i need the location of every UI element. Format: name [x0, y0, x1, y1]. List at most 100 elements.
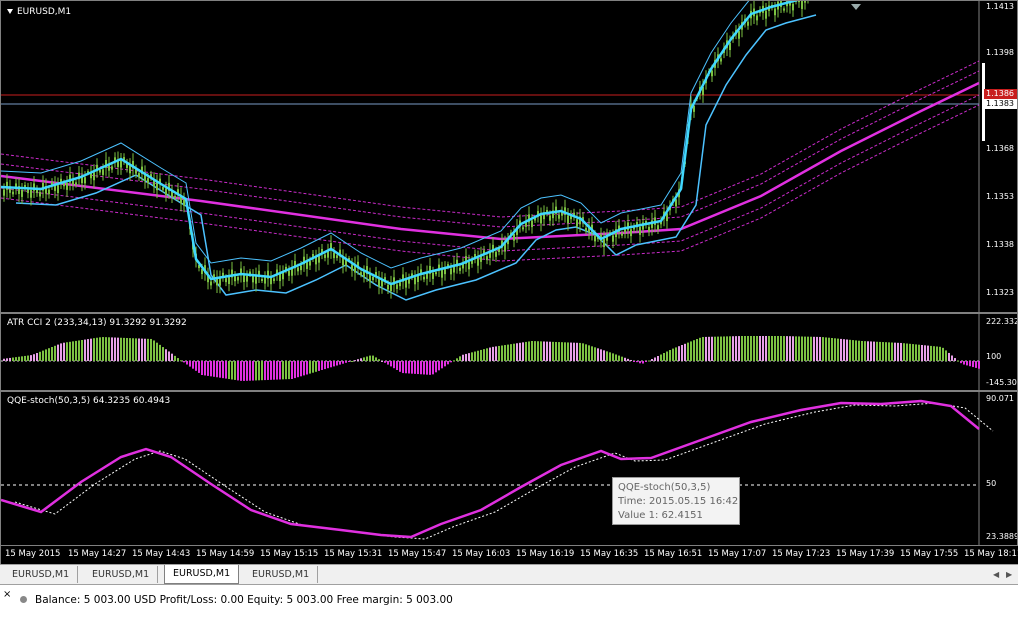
- candle-body: [576, 219, 578, 227]
- candle-body: [174, 196, 176, 199]
- candle-body: [30, 189, 32, 198]
- tab-scroll-left-icon[interactable]: ◀: [993, 570, 999, 579]
- candle-body: [324, 254, 326, 258]
- cci-bar: [123, 337, 125, 361]
- cci-bar: [534, 341, 536, 361]
- candle-body: [6, 181, 8, 190]
- cci-bar: [24, 355, 26, 361]
- cci-panel[interactable]: ATR CCI 2 (233,34,13) 91.3292 91.3292 22…: [0, 313, 1018, 391]
- cci-bar: [933, 346, 935, 361]
- candle-body: [84, 177, 86, 184]
- qqe-panel[interactable]: QQE-stoch(50,3,5) 64.3235 60.4943 90.071…: [0, 391, 1018, 546]
- time-tick: 15 May 14:43: [132, 549, 191, 559]
- cci-bar: [921, 345, 923, 361]
- cci-bar: [795, 336, 797, 361]
- cci-bar: [864, 341, 866, 361]
- candle-body: [351, 264, 353, 271]
- cci-bar: [252, 361, 254, 381]
- close-icon[interactable]: ×: [3, 589, 11, 600]
- cci-bar: [213, 361, 215, 377]
- chart-tab[interactable]: EURUSD,M1: [84, 566, 159, 583]
- cci-bar: [573, 342, 575, 361]
- cci-bar: [339, 361, 341, 365]
- cci-bar: [912, 344, 914, 361]
- candle-body: [210, 281, 212, 286]
- cci-bar: [465, 353, 467, 361]
- candle-body: [801, 1, 803, 9]
- tab-scroll-right-icon[interactable]: ▶: [1006, 570, 1012, 579]
- cci-bar: [15, 357, 17, 361]
- cci-bar: [33, 354, 35, 361]
- cci-bar: [765, 336, 767, 361]
- cci-bar: [381, 361, 383, 362]
- time-tick: 15 May 14:27: [68, 549, 127, 559]
- cci-bar: [648, 360, 650, 362]
- candle-body: [747, 21, 749, 26]
- cci-bar: [813, 336, 815, 361]
- cci-bar: [627, 358, 629, 361]
- candle-body: [21, 189, 23, 197]
- cci-bar: [624, 357, 626, 361]
- chart-tab[interactable]: EURUSD,M1: [244, 566, 319, 583]
- cci-bar: [54, 345, 56, 361]
- cci-bar: [822, 337, 824, 361]
- cci-bar: [87, 339, 89, 361]
- cci-bar: [531, 341, 533, 361]
- cci-bar: [387, 361, 389, 365]
- candle-body: [657, 225, 659, 230]
- cci-bar: [279, 361, 281, 380]
- time-tick: 15 May 16:51: [644, 549, 703, 559]
- cci-bar: [477, 350, 479, 361]
- cci-bar: [639, 361, 641, 364]
- qqe-tick: 90.071: [986, 394, 1014, 403]
- cci-bar: [579, 342, 581, 361]
- chart-tab-active[interactable]: EURUSD,M1: [164, 565, 240, 584]
- cci-bar: [582, 343, 584, 361]
- candle-body: [75, 182, 77, 185]
- candle-body: [261, 278, 263, 281]
- cci-bar: [792, 336, 794, 361]
- chart-tab[interactable]: EURUSD,M1: [4, 566, 79, 583]
- time-tick: 15 May 2015: [5, 549, 61, 559]
- cci-bar: [705, 336, 707, 361]
- cci-bar: [480, 349, 482, 361]
- cci-bar: [408, 361, 410, 374]
- candle-body: [237, 277, 239, 281]
- tooltip-time: Time: 2015.05.15 16:42: [618, 496, 739, 507]
- qqe-line-canvas: [1, 392, 994, 545]
- cci-bar: [603, 350, 605, 361]
- cci-bar: [135, 338, 137, 361]
- cci-bar: [126, 338, 128, 361]
- cci-bar: [828, 337, 830, 361]
- chart-menu-triangle-icon[interactable]: [7, 9, 13, 14]
- chart-title[interactable]: EURUSD,M1: [7, 7, 71, 17]
- cci-bar: [402, 361, 404, 374]
- cci-bar: [30, 355, 32, 361]
- cci-bar: [561, 342, 563, 361]
- cci-bar: [246, 361, 248, 381]
- cci-bar: [258, 361, 260, 381]
- cci-bar: [393, 361, 395, 369]
- cci-bar: [729, 336, 731, 361]
- cci-bar: [201, 361, 203, 375]
- cci-bar: [540, 341, 542, 361]
- cci-bar: [18, 356, 20, 361]
- main-chart-pane[interactable]: EURUSD,M1 1.1413 1.1398 1.1368 1.1353 1.…: [0, 0, 1018, 313]
- cci-bar: [849, 339, 851, 361]
- cci-bar: [132, 338, 134, 361]
- cci-bar: [537, 341, 539, 361]
- cci-bar: [177, 358, 179, 361]
- cci-bar: [714, 336, 716, 361]
- cci-bar: [549, 341, 551, 361]
- cci-bar: [240, 361, 242, 381]
- cci-bar: [180, 360, 182, 362]
- cci-bar: [945, 350, 947, 361]
- cci-bar: [186, 361, 188, 365]
- cci-bar: [954, 358, 956, 361]
- cci-bar: [654, 357, 656, 361]
- cci-bar: [747, 336, 749, 361]
- cci-bar: [495, 346, 497, 361]
- cci-bar: [606, 351, 608, 361]
- cci-bar: [861, 341, 863, 361]
- cci-bar: [666, 351, 668, 361]
